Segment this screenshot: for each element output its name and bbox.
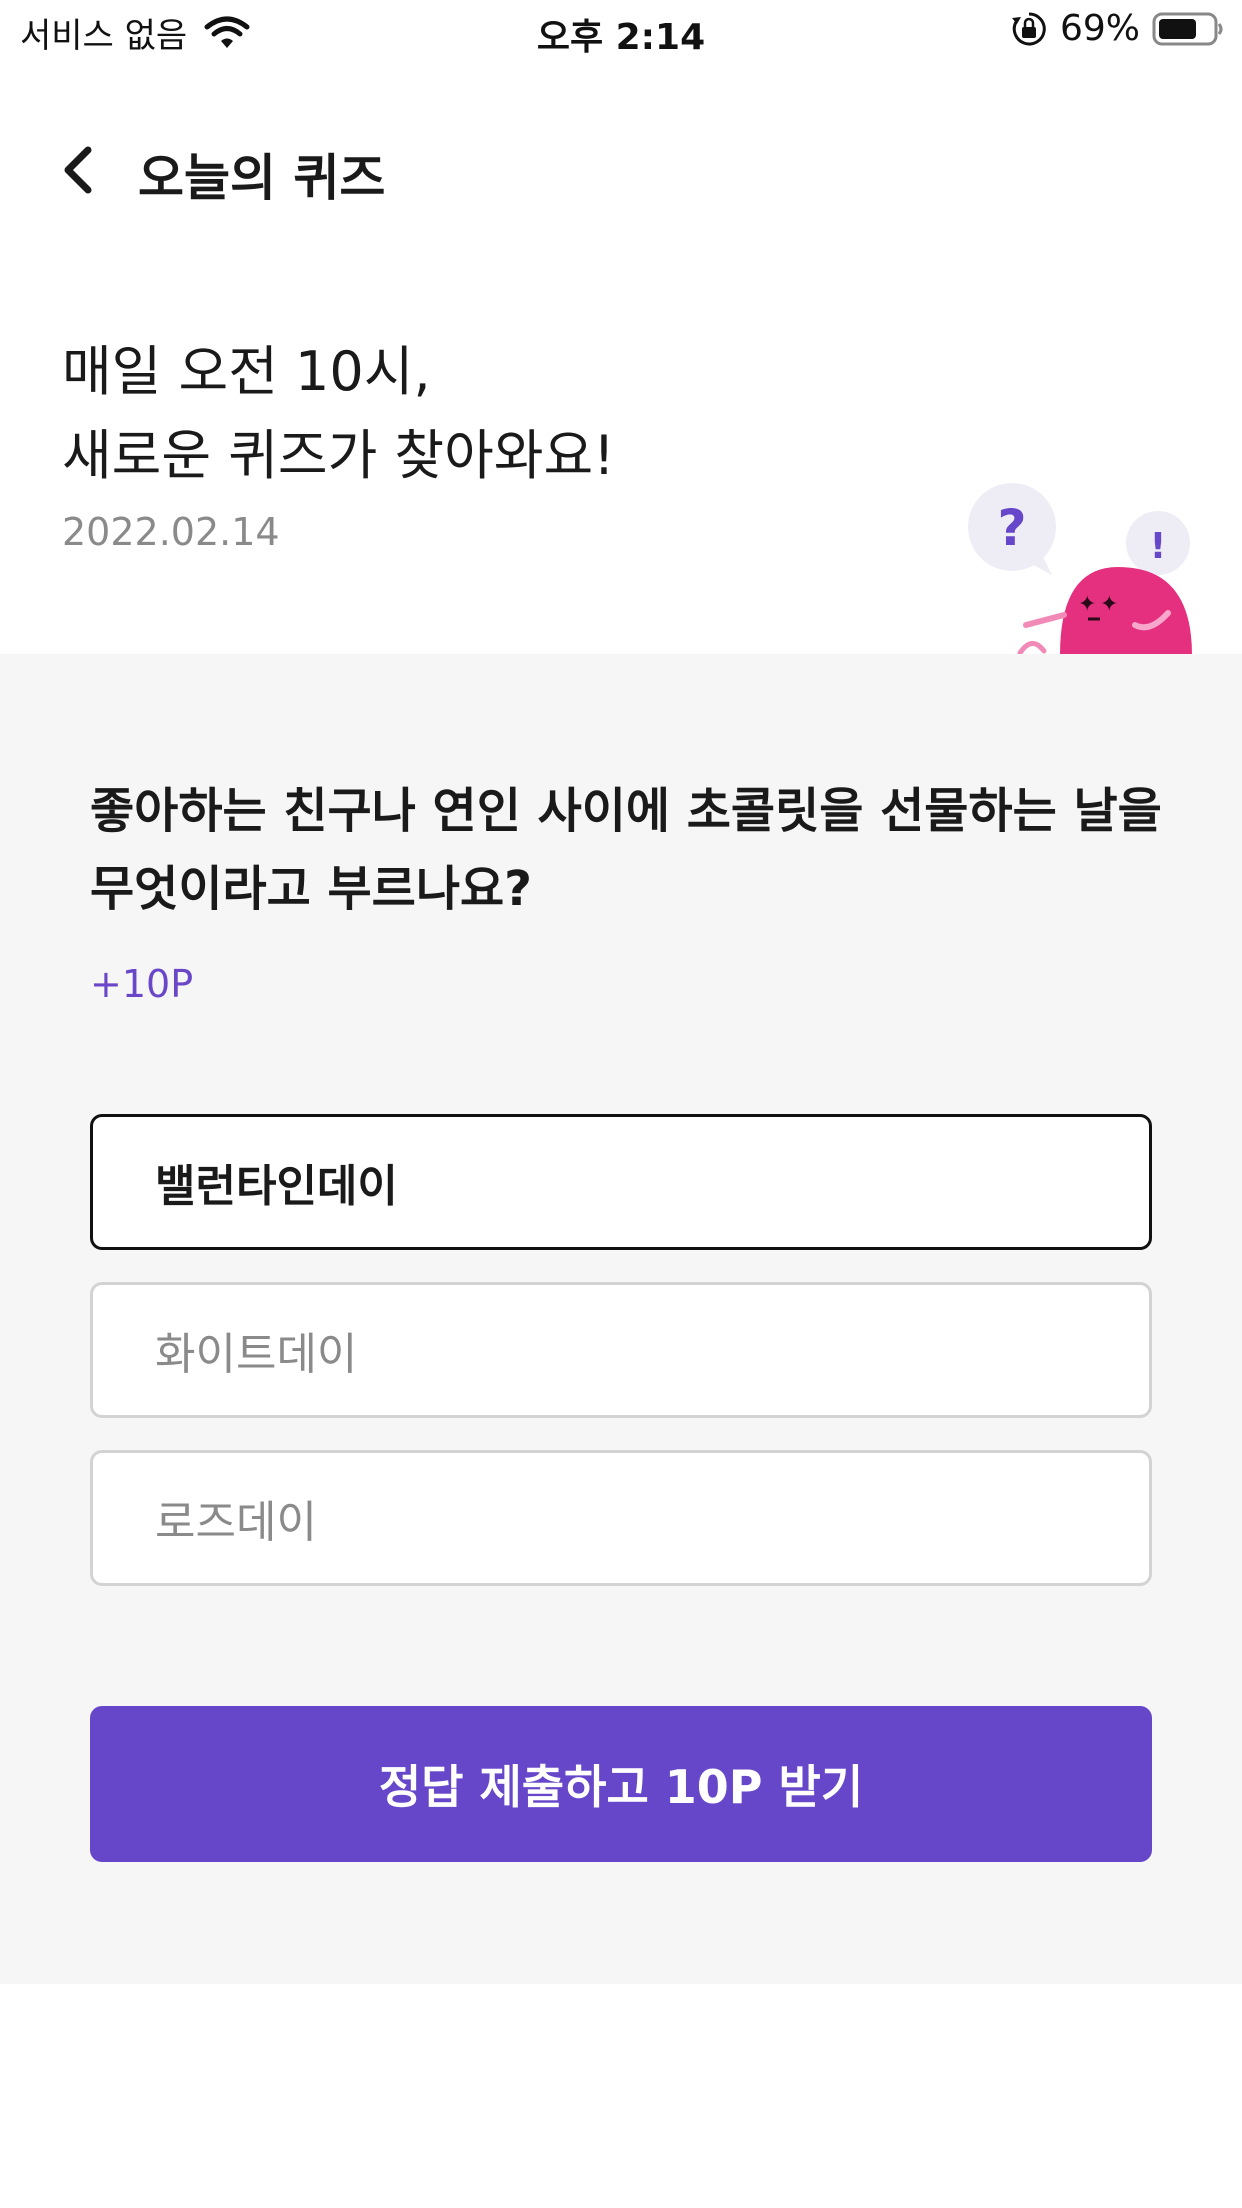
svg-text:?: ?	[997, 499, 1026, 557]
answer-option-whiteday[interactable]: 화이트데이	[90, 1282, 1152, 1418]
answer-option-roseday[interactable]: 로즈데이	[90, 1450, 1152, 1586]
svg-text:✦: ✦	[1078, 592, 1096, 617]
intro-line-2: 새로운 퀴즈가 찾아와요!	[62, 424, 615, 487]
page-title: 오늘의 퀴즈	[138, 149, 386, 207]
svg-text:!: !	[1150, 526, 1166, 567]
submit-answer-button[interactable]: 정답 제출하고 10P 받기	[90, 1706, 1152, 1862]
battery-percent: 69%	[1059, 8, 1140, 49]
answer-option-label: 로즈데이	[155, 1497, 317, 1548]
quiz-date: 2022.02.14	[62, 510, 280, 554]
intro-section: 매일 오전 10시, 새로운 퀴즈가 찾아와요! 2022.02.14	[62, 330, 615, 554]
intro-line-1: 매일 오전 10시,	[62, 340, 431, 403]
svg-text:✦: ✦	[1100, 592, 1118, 617]
top-navigation: 오늘의 퀴즈	[0, 120, 1242, 220]
quiz-page: 서비스 없음 오후 2:14 69% 오늘의 퀴즈 매일 오전 10시, 새로운…	[0, 0, 1242, 2208]
submit-button-label: 정답 제출하고 10P 받기	[378, 1760, 864, 1814]
quiz-question: 좋아하는 친구나 연인 사이에 초콜릿을 선물하는 날을 무엇이라고 부르나요?	[90, 783, 1162, 917]
answer-option-valentines[interactable]: 밸런타인데이	[90, 1114, 1152, 1250]
answer-option-label: 밸런타인데이	[155, 1161, 398, 1212]
points-badge: +10P	[90, 962, 194, 1006]
status-bar: 서비스 없음 오후 2:14 69%	[0, 0, 1242, 62]
back-arrow-icon[interactable]	[52, 140, 112, 200]
mascot-illustration: ? ! ✦ ✦	[968, 483, 1192, 655]
rotation-lock-icon	[1011, 11, 1046, 45]
battery-icon	[1152, 12, 1223, 45]
quiz-panel: 좋아하는 친구나 연인 사이에 초콜릿을 선물하는 날을 무엇이라고 부르나요?…	[0, 654, 1242, 1984]
status-right-group: 69%	[1010, 8, 1224, 49]
answer-option-label: 화이트데이	[155, 1329, 358, 1380]
